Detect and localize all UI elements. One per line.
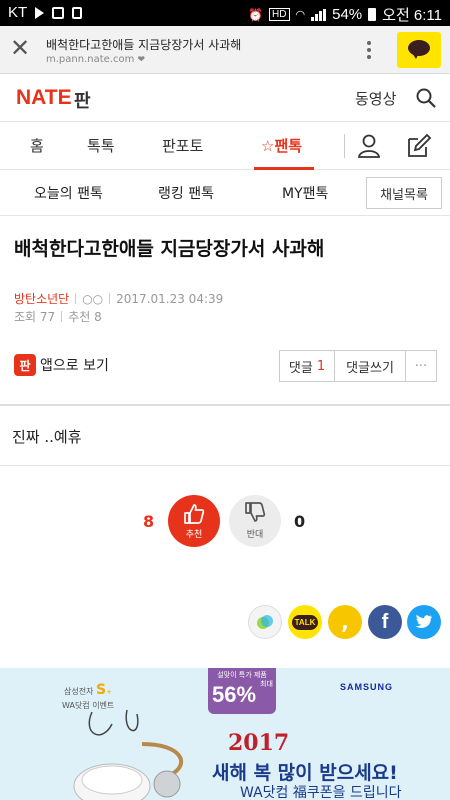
share-twitter-button[interactable] <box>407 605 441 639</box>
close-icon[interactable]: ✕ <box>10 36 30 60</box>
play-icon <box>35 6 45 19</box>
heart-icon: ❤ <box>137 55 146 65</box>
article-title: 배척한다고한애들 지금당장가서 사과해 <box>14 238 325 260</box>
downvote-label: 반대 <box>246 530 264 540</box>
share-band-button[interactable] <box>248 605 282 639</box>
write-comment-button[interactable]: 댓글쓰기 <box>335 351 406 381</box>
channel-list-button[interactable]: 채널목록 <box>366 177 442 209</box>
app-view-label: 앱으로 보기 <box>40 358 109 374</box>
alarm-icon: ⏰ <box>248 7 264 22</box>
kakaotalk-icon: TALK <box>291 614 319 630</box>
nav-divider <box>344 134 345 158</box>
pann-app-icon: 판 <box>14 354 36 376</box>
clock: 오전 6:11 <box>382 7 442 24</box>
gallery-icon <box>52 6 65 19</box>
subnav-my-fantok[interactable]: MY팬톡 <box>282 183 328 203</box>
article-meta: 방탄소년단 ○○ 2017.01.23 04:39 <box>14 290 223 307</box>
article-stats: 조회 77 추천 8 <box>14 308 102 325</box>
write-icon[interactable] <box>406 133 432 159</box>
tab-fantok[interactable]: ☆팬톡 <box>261 135 302 156</box>
content-divider <box>0 404 450 406</box>
section-name[interactable]: 판 <box>74 87 91 113</box>
status-bar: KT ⏰ HD ◠ 54% 오전 6:11 <box>0 0 450 26</box>
facebook-icon: f <box>381 610 389 633</box>
ad-product-image <box>73 709 184 800</box>
ad-banner[interactable]: 삼성전자 S+ WA닷컴 이벤트 설맞이 특가 제품 56% 최대 SAMSUN… <box>0 668 450 800</box>
nate-logo[interactable]: NATE <box>16 86 72 110</box>
tab-toktok[interactable]: 톡톡 <box>87 135 115 156</box>
search-icon[interactable] <box>416 88 436 108</box>
kakaotalk-button[interactable] <box>397 32 441 68</box>
upvote-button[interactable]: 추천 <box>168 495 220 547</box>
article-body: 진짜 ..예휴 <box>12 428 82 446</box>
recommend-count: 8 <box>94 310 102 324</box>
browser-url: m.pann.nate.com ❤ <box>46 54 146 65</box>
nickname: ○○ <box>82 291 104 306</box>
thumbs-up-icon <box>184 504 205 524</box>
more-menu-icon[interactable] <box>362 38 376 62</box>
share-facebook-button[interactable]: f <box>368 605 402 639</box>
samsung-logo: SAMSUNG <box>340 682 394 692</box>
site-header: NATE 판 동영상 <box>0 74 450 122</box>
views-count: 77 <box>39 310 56 324</box>
tab-panphoto[interactable]: 판포토 <box>162 135 203 156</box>
app-view-button[interactable]: 판 앱으로 보기 <box>14 354 109 376</box>
ad-headline: 새해 복 많이 받으세요! <box>212 762 398 784</box>
subnav-today-fantok[interactable]: 오늘의 팬톡 <box>34 183 103 203</box>
hd-icon: HD <box>269 8 290 21</box>
share-kakaotalk-button[interactable]: TALK <box>288 605 322 639</box>
comment-actions: 댓글 1 댓글쓰기 ··· <box>279 350 437 382</box>
browser-page-title: 배척한다고한애들 지금당장가서 사과해 <box>46 38 242 52</box>
user-icon[interactable] <box>358 134 380 158</box>
kakaostory-icon: , <box>341 610 349 634</box>
comments-button[interactable]: 댓글 1 <box>280 351 335 381</box>
content-divider-bottom <box>0 465 450 466</box>
thumbs-down-icon <box>245 502 266 522</box>
tab-home[interactable]: 홈 <box>30 135 44 156</box>
share-kakaostory-button[interactable]: , <box>328 605 362 639</box>
main-nav: 홈 톡톡 판포토 ☆팬톡 <box>0 122 450 170</box>
browser-toolbar: ✕ 배척한다고한애들 지금당장가서 사과해 m.pann.nate.com ❤ <box>0 26 450 74</box>
ad-discount-badge: 설맞이 특가 제품 56% 최대 <box>208 668 276 714</box>
clipboard-icon <box>72 6 83 19</box>
comment-count: 1 <box>316 358 326 374</box>
sub-nav: 오늘의 팬톡 랭킹 팬톡 MY팬톡 채널목록 <box>0 170 450 216</box>
more-options-button[interactable]: ··· <box>406 351 436 381</box>
recommend-label: 추천 <box>68 310 91 324</box>
ad-year: 2017 <box>228 730 290 756</box>
battery-percent: 54% <box>332 6 363 23</box>
signal-icon <box>311 8 327 21</box>
ad-left-top: 삼성전자 S+ <box>64 682 112 698</box>
battery-icon <box>368 8 377 21</box>
star-icon: ☆ <box>261 137 275 155</box>
downvote-button[interactable]: 반대 <box>229 495 281 547</box>
chat-bubble-icon <box>408 40 430 59</box>
upvote-count: 8 <box>143 512 155 531</box>
wifi-icon: ◠ <box>295 9 306 21</box>
band-icon <box>257 615 273 629</box>
subnav-ranking-fantok[interactable]: 랭킹 팬톡 <box>158 183 214 203</box>
ad-subline: WA닷컴 福쿠폰을 드립니다 <box>240 785 402 800</box>
twitter-icon <box>415 614 432 628</box>
downvote-count: 0 <box>294 512 306 531</box>
views-label: 조회 <box>14 310 37 324</box>
upvote-label: 추천 <box>185 530 203 540</box>
video-link[interactable]: 동영상 <box>355 88 396 109</box>
author-link[interactable]: 방탄소년단 <box>14 290 69 307</box>
post-date: 2017.01.23 04:39 <box>116 291 224 306</box>
carrier-label: KT <box>8 4 28 21</box>
